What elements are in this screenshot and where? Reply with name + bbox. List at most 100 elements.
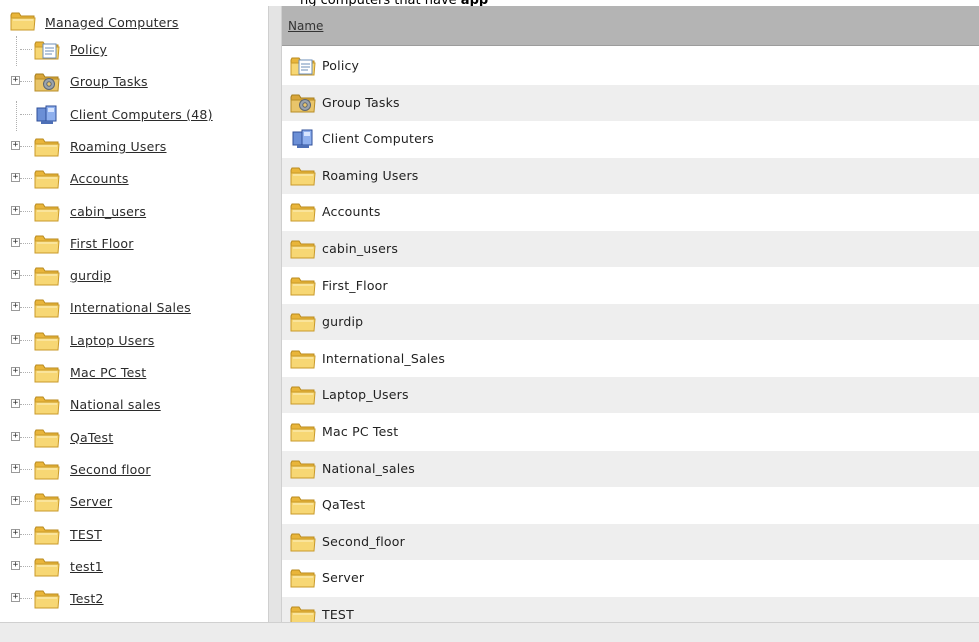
tree-root-label[interactable]: Managed Computers xyxy=(45,15,179,30)
name-column-header[interactable]: Name xyxy=(288,19,323,33)
tree-connector xyxy=(20,81,32,83)
expand-toggle-icon[interactable]: + xyxy=(11,140,20,150)
tree-item[interactable]: Client Computers (48) xyxy=(0,100,268,131)
folder-icon xyxy=(290,165,316,187)
expand-toggle-icon[interactable]: + xyxy=(11,302,20,312)
tree-item[interactable]: + Test2 xyxy=(0,585,268,615)
list-row[interactable]: Server xyxy=(282,560,979,596)
tree-item[interactable]: + Laptop Users xyxy=(0,327,268,357)
tree-item-label[interactable]: Laptop Users xyxy=(70,333,154,348)
expand-toggle-icon[interactable]: + xyxy=(11,560,20,570)
expand-toggle-icon[interactable]: + xyxy=(11,237,20,247)
list-row[interactable]: Group Tasks xyxy=(282,84,979,121)
tree-item[interactable]: + Second floor xyxy=(0,456,268,486)
list-row-label: First_Floor xyxy=(322,277,388,293)
tree-item-label[interactable]: TEST xyxy=(70,527,102,542)
expand-toggle-icon[interactable]: + xyxy=(11,367,20,376)
folder-icon xyxy=(10,10,36,32)
folder-icon xyxy=(290,348,316,370)
expand-toggle-icon[interactable]: + xyxy=(11,334,20,344)
folder-icon xyxy=(34,201,60,223)
folder-icon xyxy=(34,588,60,610)
tree-item-label[interactable]: Roaming Users xyxy=(70,139,167,154)
expand-toggle-icon[interactable]: + xyxy=(11,463,20,473)
folder-icon xyxy=(34,491,60,513)
folder-icon xyxy=(34,524,60,546)
expand-toggle-icon[interactable]: + xyxy=(11,528,20,538)
list-header: Name xyxy=(282,6,979,46)
tree-item[interactable]: + gurdip xyxy=(0,262,268,292)
tree-item[interactable]: + Group Tasks xyxy=(0,68,268,98)
list-row[interactable]: International_Sales xyxy=(282,341,979,377)
list-row[interactable]: Mac PC Test xyxy=(282,414,979,450)
tree-item[interactable]: + First Floor xyxy=(0,230,268,260)
list-row[interactable]: First_Floor xyxy=(282,268,979,304)
tree-item[interactable]: + test1 xyxy=(0,553,268,583)
list-row-label: National_sales xyxy=(322,460,415,476)
tree-item-label[interactable]: gurdip xyxy=(70,268,111,283)
list-row-label: TEST xyxy=(322,607,354,622)
tree-item-label[interactable]: Test2 xyxy=(70,591,104,606)
tree-item-label[interactable]: Second floor xyxy=(70,462,151,477)
status-bar xyxy=(0,622,979,642)
list-row[interactable]: TEST xyxy=(282,597,979,622)
tree-item-label[interactable]: Mac PC Test xyxy=(70,365,146,380)
folder-icon xyxy=(290,238,316,260)
tree-item[interactable]: + cabin_users xyxy=(0,198,268,228)
tree-connector xyxy=(20,49,32,51)
list-row[interactable]: Roaming Users xyxy=(282,157,979,194)
pane-splitter[interactable] xyxy=(268,6,282,622)
list-row[interactable]: Laptop_Users xyxy=(282,377,979,414)
tree-item-label[interactable]: QaTest xyxy=(70,430,113,445)
tree-item[interactable]: + Roaming Users xyxy=(0,133,268,163)
list-row-label: Roaming Users xyxy=(322,167,419,183)
folder-icon xyxy=(290,275,316,297)
expand-toggle-icon[interactable]: + xyxy=(11,76,20,86)
list-row-label: Accounts xyxy=(322,204,381,220)
tree-item[interactable]: + International Sales xyxy=(0,294,268,324)
list-row-label: Policy xyxy=(322,58,360,73)
tree-connector xyxy=(20,501,32,503)
tree-connector xyxy=(20,533,32,536)
tree-item-label[interactable]: National sales xyxy=(70,397,161,412)
tree-item[interactable]: + QaTest xyxy=(0,424,268,454)
tree-item-label[interactable]: Accounts xyxy=(70,171,129,186)
tree-item[interactable]: + Mac PC Test xyxy=(0,359,268,389)
list-row[interactable]: cabin_users xyxy=(282,231,979,267)
list-row-label: Laptop_Users xyxy=(322,387,409,403)
expand-toggle-icon[interactable]: + xyxy=(11,431,20,441)
tree-item-label[interactable]: First Floor xyxy=(70,236,134,251)
tree-item-label[interactable]: Server xyxy=(70,494,112,509)
tree-item[interactable]: + National sales xyxy=(0,391,268,421)
tree-item[interactable]: + Server xyxy=(0,488,268,518)
tree-item[interactable]: Policy xyxy=(0,36,268,66)
list-row[interactable]: gurdip xyxy=(282,304,979,341)
expand-toggle-icon[interactable]: + xyxy=(11,173,20,183)
folder-icon xyxy=(34,297,60,319)
list-row[interactable]: Second_floor xyxy=(282,523,979,560)
tree-item[interactable]: + TEST xyxy=(0,521,268,551)
expand-toggle-icon[interactable]: + xyxy=(11,593,20,603)
tree-item-label[interactable]: cabin_users xyxy=(70,204,146,219)
tree-item-label[interactable]: International Sales xyxy=(70,300,191,315)
folder-icon xyxy=(290,384,316,406)
tree-item[interactable]: + Accounts xyxy=(0,165,268,195)
tree-item-label[interactable]: Group Tasks xyxy=(70,74,148,89)
tree-connector xyxy=(20,113,32,116)
tree-connector xyxy=(20,242,32,245)
list-row[interactable]: Accounts xyxy=(282,194,979,230)
list-row-label: Mac PC Test xyxy=(322,424,399,439)
list-row[interactable]: QaTest xyxy=(282,487,979,523)
tree-item-label[interactable]: test1 xyxy=(70,559,103,574)
expand-toggle-icon[interactable]: + xyxy=(11,496,20,506)
list-row[interactable]: Client Computers xyxy=(282,121,979,157)
tree-connector xyxy=(16,36,18,66)
tree-root[interactable]: Managed Computers xyxy=(0,6,268,36)
expand-toggle-icon[interactable]: + xyxy=(11,270,20,280)
list-row[interactable]: National_sales xyxy=(282,450,979,487)
expand-toggle-icon[interactable]: + xyxy=(11,205,20,215)
tree-item-label[interactable]: Client Computers (48) xyxy=(70,107,213,122)
expand-toggle-icon[interactable]: + xyxy=(11,399,20,409)
list-row[interactable]: Policy xyxy=(282,48,979,84)
tree-item-label[interactable]: Policy xyxy=(70,42,107,57)
